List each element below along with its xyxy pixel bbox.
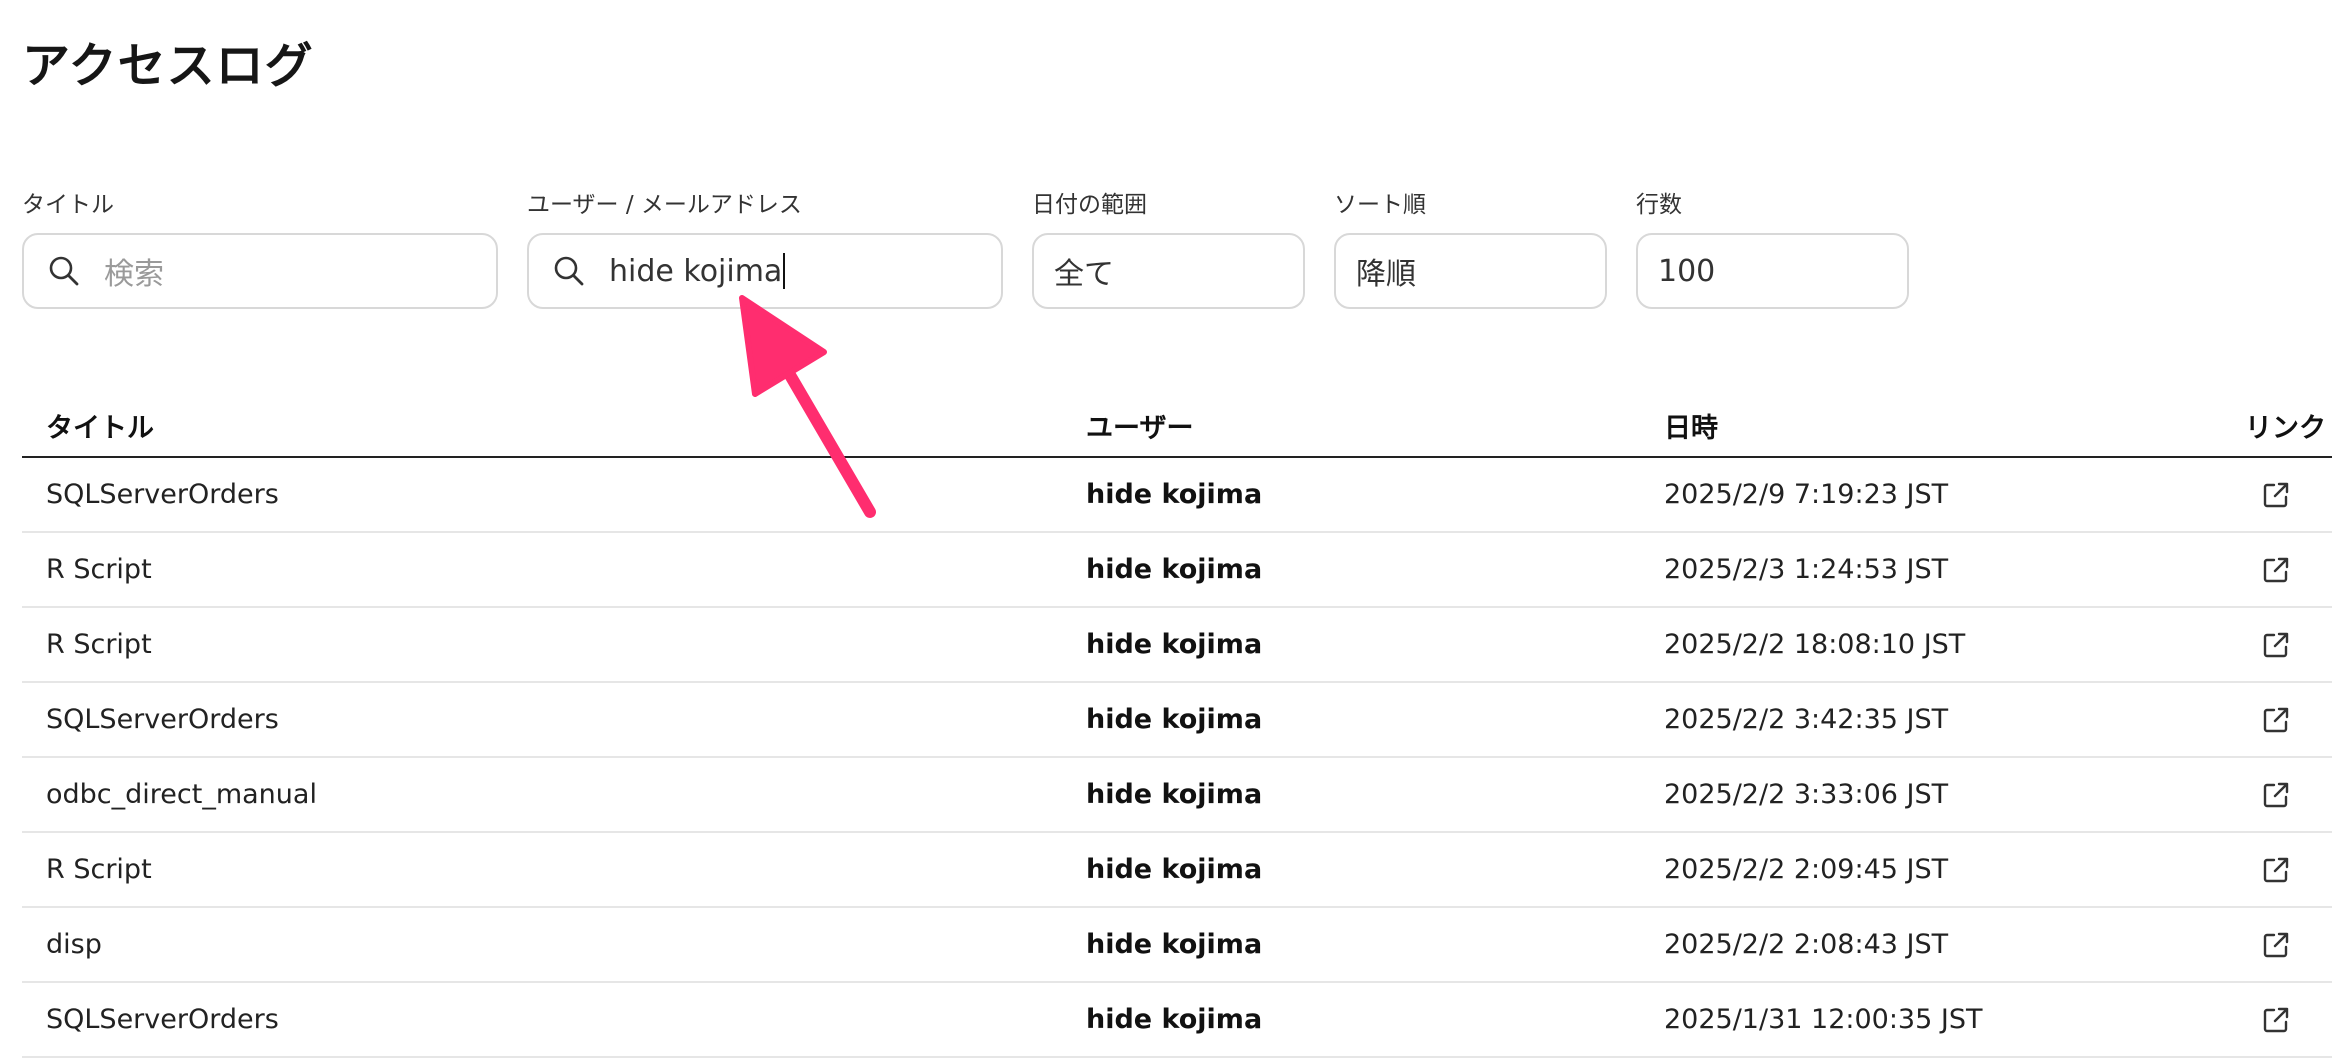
row-count-select[interactable]: 100	[1636, 233, 1909, 309]
external-link-icon[interactable]	[2258, 683, 2294, 756]
title-filter: タイトル 検索	[22, 190, 498, 309]
table-row: odbc_direct_manual hide kojima 2025/2/2 …	[22, 758, 2332, 833]
row-user: hide kojima	[1086, 929, 1263, 960]
row-user: hide kojima	[1086, 854, 1263, 885]
external-link-icon[interactable]	[2258, 833, 2294, 906]
user-filter: ユーザー / メールアドレス hide kojima	[527, 190, 1003, 309]
title-search-placeholder: 検索	[104, 257, 164, 292]
row-datetime: 2025/2/2 3:33:06 JST	[1664, 779, 1949, 810]
row-title: R Script	[46, 629, 152, 660]
row-datetime: 2025/2/2 2:09:45 JST	[1664, 854, 1949, 885]
text-cursor	[783, 253, 786, 289]
external-link-icon[interactable]	[2258, 608, 2294, 681]
table-row: SQLServerOrders hide kojima 2025/1/31 12…	[22, 983, 2332, 1058]
row-title: SQLServerOrders	[46, 479, 279, 510]
table-row: SQLServerOrders hide kojima 2025/2/2 3:4…	[22, 683, 2332, 758]
column-header-title[interactable]: タイトル	[46, 406, 154, 445]
date-range-value: 全て	[1054, 257, 1114, 292]
row-title: R Script	[46, 854, 152, 885]
sort-order-value: 降順	[1356, 257, 1416, 292]
column-header-datetime[interactable]: 日時	[1664, 406, 1718, 445]
row-user: hide kojima	[1086, 554, 1263, 585]
title-search-input[interactable]: 検索	[22, 233, 498, 309]
access-log-page: アクセスログ タイトル 検索 ユーザー / メールアドレス hide kojim…	[0, 0, 2352, 1058]
row-datetime: 2025/2/2 3:42:35 JST	[1664, 704, 1949, 735]
row-datetime: 2025/2/3 1:24:53 JST	[1664, 554, 1949, 585]
search-icon	[551, 253, 587, 289]
row-title: SQLServerOrders	[46, 704, 279, 735]
row-user: hide kojima	[1086, 629, 1263, 660]
row-count-value: 100	[1658, 253, 1716, 289]
row-user: hide kojima	[1086, 479, 1263, 510]
date-range-label: 日付の範囲	[1032, 192, 1147, 218]
row-title: SQLServerOrders	[46, 1004, 279, 1035]
row-title: disp	[46, 929, 102, 960]
sort-order-label: ソート順	[1334, 192, 1426, 218]
user-search-value: hide kojima	[609, 253, 783, 289]
user-filter-label: ユーザー / メールアドレス	[527, 192, 802, 218]
row-user: hide kojima	[1086, 704, 1263, 735]
table-row: R Script hide kojima 2025/2/2 2:09:45 JS…	[22, 833, 2332, 908]
external-link-icon[interactable]	[2258, 758, 2294, 831]
row-count-label: 行数	[1636, 192, 1682, 218]
table-row: R Script hide kojima 2025/2/3 1:24:53 JS…	[22, 533, 2332, 608]
row-title: R Script	[46, 554, 152, 585]
date-range-filter: 日付の範囲 全て	[1032, 190, 1305, 309]
title-filter-label: タイトル	[22, 192, 114, 218]
table-header: タイトル ユーザー 日時 リンク	[22, 392, 2332, 458]
search-icon	[46, 253, 82, 289]
table-row: disp hide kojima 2025/2/2 2:08:43 JST	[22, 908, 2332, 983]
table-row: R Script hide kojima 2025/2/2 18:08:10 J…	[22, 608, 2332, 683]
row-count-filter: 行数 100	[1636, 190, 1909, 309]
external-link-icon[interactable]	[2258, 533, 2294, 606]
row-user: hide kojima	[1086, 1004, 1263, 1035]
external-link-icon[interactable]	[2258, 458, 2294, 531]
row-datetime: 2025/2/2 18:08:10 JST	[1664, 629, 1966, 660]
column-header-link: リンク	[2245, 413, 2326, 444]
user-search-input[interactable]: hide kojima	[527, 233, 1003, 309]
sort-order-filter: ソート順 降順	[1334, 190, 1607, 309]
date-range-select[interactable]: 全て	[1032, 233, 1305, 309]
external-link-icon[interactable]	[2258, 908, 2294, 981]
row-datetime: 2025/1/31 12:00:35 JST	[1664, 1004, 1983, 1035]
external-link-icon[interactable]	[2258, 983, 2294, 1056]
row-title: odbc_direct_manual	[46, 779, 317, 810]
row-datetime: 2025/2/9 7:19:23 JST	[1664, 479, 1949, 510]
column-header-user[interactable]: ユーザー	[1086, 406, 1193, 445]
row-user: hide kojima	[1086, 779, 1263, 810]
row-datetime: 2025/2/2 2:08:43 JST	[1664, 929, 1949, 960]
table-row: SQLServerOrders hide kojima 2025/2/9 7:1…	[22, 458, 2332, 533]
page-title: アクセスログ	[22, 38, 314, 94]
access-log-table: タイトル ユーザー 日時 リンク SQLServerOrders hide ko…	[22, 392, 2332, 1058]
sort-order-select[interactable]: 降順	[1334, 233, 1607, 309]
